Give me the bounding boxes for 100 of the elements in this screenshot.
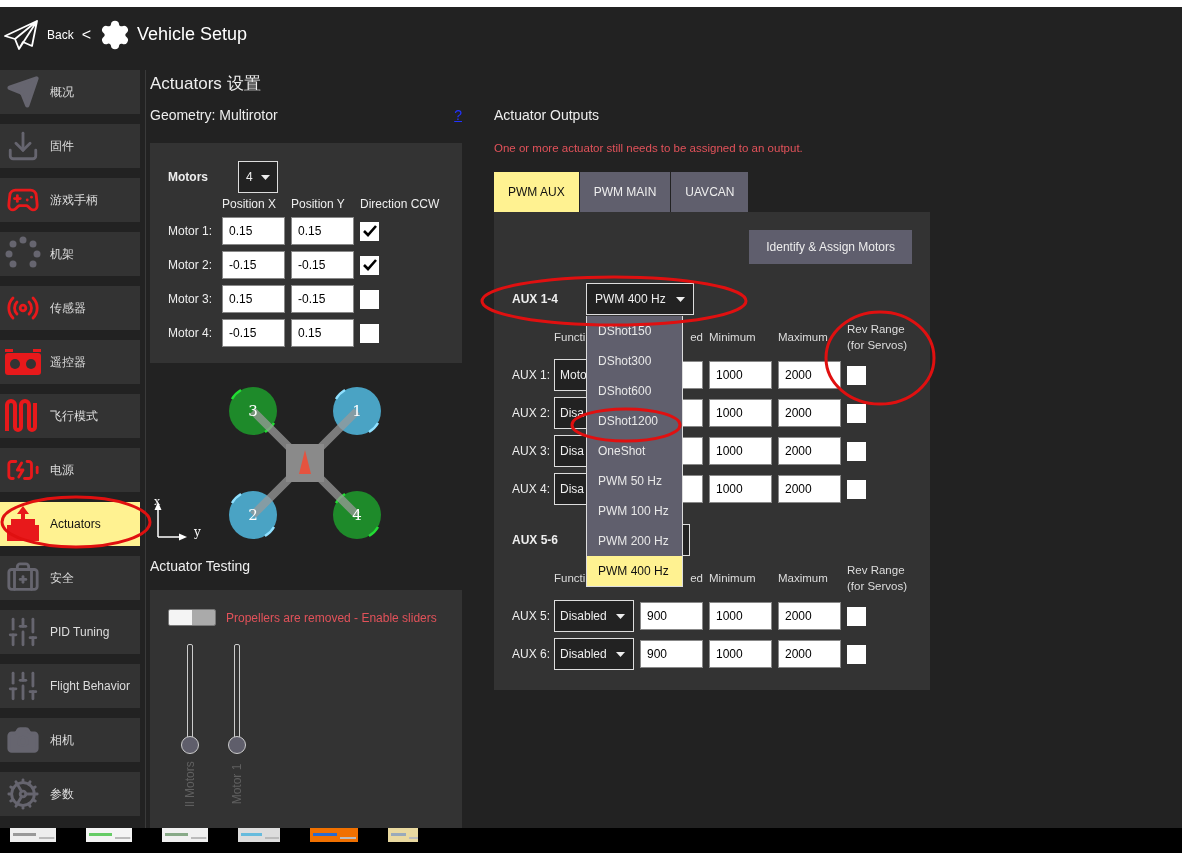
- row-label: AUX 3:: [512, 444, 548, 458]
- row-label: AUX 5:: [512, 609, 548, 623]
- column-header: ed: [690, 571, 703, 586]
- sidebar-label: Flight Behavior: [50, 679, 131, 693]
- menu-item[interactable]: OneShot: [587, 436, 682, 466]
- menu-item[interactable]: DShot150: [587, 316, 682, 346]
- checkbox[interactable]: [360, 289, 379, 309]
- breadcrumb-separator: <: [81, 25, 92, 44]
- back-link[interactable]: Back: [47, 27, 74, 42]
- disarmed-field[interactable]: 900: [640, 602, 703, 630]
- position-y-field[interactable]: -0.15: [291, 251, 354, 279]
- position-x-field[interactable]: -0.15: [222, 251, 285, 279]
- sidebar-item[interactable]: 相机: [0, 718, 140, 762]
- row-label: Motor 3:: [168, 292, 213, 306]
- paper-plane-icon[interactable]: [3, 18, 39, 51]
- sidebar-item[interactable]: 机架: [0, 232, 140, 276]
- settings-icon: [6, 777, 40, 811]
- motor-number: 4: [352, 506, 362, 524]
- sidebar-label: 电源: [50, 461, 74, 479]
- position-x-field[interactable]: 0.15: [222, 217, 285, 245]
- menu-item[interactable]: DShot600: [587, 376, 682, 406]
- check-icon: [362, 225, 377, 237]
- maximum-field[interactable]: 2000: [778, 475, 841, 503]
- checkbox[interactable]: [847, 479, 866, 499]
- sidebar-item[interactable]: 传感器: [0, 286, 140, 330]
- caret-icon: [676, 296, 685, 302]
- sidebar-label: 相机: [50, 731, 74, 749]
- slider-track[interactable]: [181, 644, 199, 754]
- function-select[interactable]: Disabled: [554, 638, 634, 670]
- caret-icon: [616, 651, 625, 657]
- menu-item[interactable]: PWM 200 Hz: [587, 526, 682, 556]
- function-select[interactable]: Disabled: [554, 600, 634, 632]
- sidebar-item[interactable]: 游戏手柄: [0, 178, 140, 222]
- minimum-field[interactable]: 1000: [709, 475, 772, 503]
- sidebar-item[interactable]: Actuators: [0, 502, 140, 546]
- checkbox[interactable]: [360, 323, 379, 343]
- checkbox[interactable]: [847, 606, 866, 626]
- caret-icon: [261, 174, 270, 180]
- checkbox[interactable]: [847, 403, 866, 423]
- menu-item[interactable]: PWM 100 Hz: [587, 496, 682, 526]
- sliders-icon: [6, 615, 40, 649]
- maximum-field[interactable]: 2000: [778, 399, 841, 427]
- maximum-field[interactable]: 2000: [778, 640, 841, 668]
- minimum-field[interactable]: 1000: [709, 640, 772, 668]
- sidebar-item[interactable]: Flight Behavior: [0, 664, 140, 708]
- sidebar-item[interactable]: 固件: [0, 124, 140, 168]
- checkbox[interactable]: [360, 221, 379, 241]
- sidebar-label: 概况: [50, 83, 74, 101]
- checkbox[interactable]: [847, 441, 866, 461]
- menu-item[interactable]: DShot1200: [587, 406, 682, 436]
- minimum-field[interactable]: 1000: [709, 361, 772, 389]
- tab[interactable]: PWM MAIN: [579, 172, 671, 212]
- position-x-field[interactable]: 0.15: [222, 285, 285, 313]
- maximum-field[interactable]: 2000: [778, 361, 841, 389]
- paper-plane-icon: [6, 75, 40, 109]
- checkbox[interactable]: [847, 365, 866, 385]
- checkbox[interactable]: [360, 255, 379, 275]
- column-header: Position Y: [291, 197, 346, 211]
- slider-thumb[interactable]: [228, 736, 246, 754]
- menu-item[interactable]: PWM 50 Hz: [587, 466, 682, 496]
- minimum-field[interactable]: 1000: [709, 437, 772, 465]
- sidebar-label: 游戏手柄: [50, 191, 98, 209]
- check-icon: [362, 259, 377, 271]
- position-y-field[interactable]: 0.15: [291, 319, 354, 347]
- position-x-field[interactable]: -0.15: [222, 319, 285, 347]
- sidebar-item[interactable]: 遥控器: [0, 340, 140, 384]
- row-label: Motor 1:: [168, 224, 213, 238]
- position-y-field[interactable]: -0.15: [291, 285, 354, 313]
- toggle-switch[interactable]: [168, 609, 216, 626]
- sidebar-item[interactable]: 概况: [0, 70, 140, 114]
- column-header: Rev Range (for Servos): [847, 563, 909, 594]
- row-label: AUX 1:: [512, 368, 548, 382]
- section-title: Actuator Outputs: [494, 107, 600, 123]
- maximum-field[interactable]: 2000: [778, 437, 841, 465]
- disarmed-field[interactable]: 900: [640, 640, 703, 668]
- sidebar-label: PID Tuning: [50, 625, 110, 639]
- sidebar-item[interactable]: PID Tuning: [0, 610, 140, 654]
- motor-count-select[interactable]: 4: [238, 161, 278, 193]
- row-label: AUX 2:: [512, 406, 548, 420]
- tab[interactable]: PWM AUX: [494, 172, 579, 212]
- minimum-field[interactable]: 1000: [709, 399, 772, 427]
- protocol-select[interactable]: PWM 400 Hz: [586, 283, 694, 315]
- remote-icon: [4, 347, 42, 377]
- column-header: Minimum: [709, 571, 756, 586]
- slider-track[interactable]: [228, 644, 246, 754]
- tab[interactable]: UAVCAN: [671, 172, 749, 212]
- sidebar-item[interactable]: 飞行模式: [0, 394, 140, 438]
- identify-button[interactable]: Identify & Assign Motors: [749, 230, 912, 264]
- minimum-field[interactable]: 1000: [709, 602, 772, 630]
- menu-item[interactable]: PWM 400 Hz: [587, 556, 682, 586]
- maximum-field[interactable]: 2000: [778, 602, 841, 630]
- checkbox[interactable]: [847, 644, 866, 664]
- sidebar-item[interactable]: 安全: [0, 556, 140, 600]
- sidebar-item[interactable]: 参数: [0, 772, 140, 816]
- sidebar-label: 参数: [50, 785, 74, 803]
- slider-thumb[interactable]: [181, 736, 199, 754]
- sidebar-label: 飞行模式: [50, 407, 98, 425]
- position-y-field[interactable]: 0.15: [291, 217, 354, 245]
- sidebar-item[interactable]: 电源: [0, 448, 140, 492]
- menu-item[interactable]: DShot300: [587, 346, 682, 376]
